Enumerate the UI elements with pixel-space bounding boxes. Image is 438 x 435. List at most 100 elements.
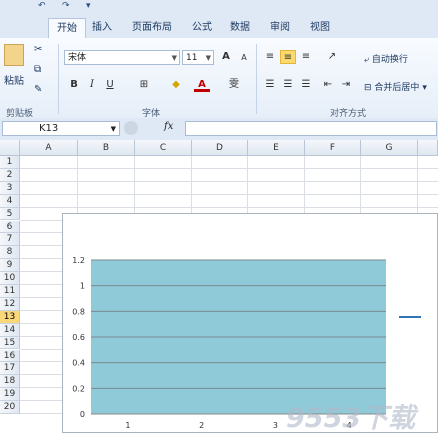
y-tick-label: 1.2 xyxy=(72,256,85,265)
redo-icon[interactable]: ↷ xyxy=(62,1,70,11)
underline-button[interactable]: U xyxy=(102,78,118,92)
row-header[interactable]: 13 xyxy=(0,310,20,324)
x-tick-label: 3 xyxy=(273,421,278,430)
row-header[interactable]: 9 xyxy=(0,259,20,273)
wrap-text-button[interactable]: ⤶ 自动换行 xyxy=(364,52,408,65)
separator xyxy=(58,44,59,114)
tab-insert[interactable]: 插入 xyxy=(84,18,120,37)
chevron-down-icon: ▼ xyxy=(205,54,211,62)
grid-row-line xyxy=(20,167,438,169)
row-header[interactable]: 18 xyxy=(0,375,20,389)
column-header[interactable]: C xyxy=(135,140,192,156)
wrap-text-label: 自动换行 xyxy=(371,55,408,65)
format-painter-icon[interactable]: ✎ xyxy=(34,84,42,95)
row-header[interactable]: 16 xyxy=(0,349,20,363)
column-header-overflow xyxy=(418,140,438,156)
undo-icon[interactable]: ↶ xyxy=(38,1,46,11)
expand-icon[interactable] xyxy=(124,121,138,135)
font-size-value: 11 xyxy=(186,53,198,63)
tab-home[interactable]: 开始 xyxy=(48,18,86,38)
paste-icon[interactable] xyxy=(4,44,24,66)
font-color-button[interactable]: A xyxy=(194,78,210,92)
row-header[interactable]: 17 xyxy=(0,362,20,376)
tab-page-layout[interactable]: 页面布局 xyxy=(124,18,180,37)
separator xyxy=(256,44,257,114)
row-header[interactable]: 15 xyxy=(0,336,20,350)
shrink-font-button[interactable]: A xyxy=(236,51,252,65)
text-orientation-icon[interactable]: ↗ xyxy=(324,50,340,64)
row-header[interactable]: 2 xyxy=(0,168,20,182)
row-header[interactable]: 11 xyxy=(0,285,20,298)
tab-formulas[interactable]: 公式 xyxy=(184,18,220,37)
ribbon: 粘贴 ✂ ⧉ ✎ 剪贴板 宋体 ▼ 11 ▼ A A B I U ⊞ ◆ A 雯 字… xyxy=(0,38,438,119)
column-header[interactable]: B xyxy=(78,140,135,156)
row-header[interactable]: 7 xyxy=(0,233,20,247)
grid-row-line xyxy=(20,193,438,195)
row-header[interactable]: 5 xyxy=(0,207,20,221)
cut-icon[interactable]: ✂ xyxy=(34,44,42,55)
column-header[interactable]: A xyxy=(20,140,78,156)
row-header[interactable]: 8 xyxy=(0,246,20,260)
row-header[interactable]: 6 xyxy=(0,220,20,234)
chevron-down-icon: ▾ xyxy=(422,83,427,93)
align-center-icon[interactable]: ☰ xyxy=(280,78,296,92)
font-size-select[interactable]: 11 ▼ xyxy=(182,50,214,65)
insert-function-icon[interactable]: fx xyxy=(164,121,173,132)
font-name-value: 宋体 xyxy=(68,53,87,63)
italic-button[interactable]: I xyxy=(84,78,100,92)
row-header[interactable]: 3 xyxy=(0,181,20,195)
align-right-icon[interactable]: ☰ xyxy=(298,78,314,92)
formula-input[interactable] xyxy=(185,121,437,136)
watermark-logo: 9553下载 xyxy=(286,403,416,434)
font-name-select[interactable]: 宋体 ▼ xyxy=(64,50,180,65)
wrap-text-icon: ⤶ xyxy=(364,55,370,65)
grid-row-line xyxy=(20,206,438,208)
increase-indent-icon[interactable]: ⇥ xyxy=(338,78,354,92)
merge-center-button[interactable]: ⊟ 合并后居中 ▾ xyxy=(364,80,427,93)
row-header[interactable]: 19 xyxy=(0,388,20,402)
y-tick-label: 1 xyxy=(80,282,85,291)
grid-row-line xyxy=(20,180,438,182)
tab-data[interactable]: 数据 xyxy=(222,18,258,37)
copy-icon[interactable]: ⧉ xyxy=(34,64,41,75)
cell-reference: K13 xyxy=(39,123,59,134)
align-middle-icon[interactable]: ≡ xyxy=(280,50,296,64)
x-tick-label: 2 xyxy=(199,421,204,430)
column-header[interactable]: F xyxy=(305,140,361,156)
align-top-icon[interactable]: ≡ xyxy=(262,50,278,64)
row-header[interactable]: 10 xyxy=(0,272,20,285)
align-left-icon[interactable]: ☰ xyxy=(262,78,278,92)
tab-view[interactable]: 视图 xyxy=(302,18,338,37)
tab-review[interactable]: 审阅 xyxy=(262,18,298,37)
row-header[interactable]: 12 xyxy=(0,297,20,311)
phonetic-button[interactable]: 雯 xyxy=(226,78,242,92)
y-tick-label: 0.6 xyxy=(72,333,85,342)
row-header[interactable]: 20 xyxy=(0,401,20,414)
column-header[interactable]: D xyxy=(192,140,248,156)
row-header[interactable]: 1 xyxy=(0,156,20,169)
select-all-corner[interactable] xyxy=(0,140,20,156)
merge-icon: ⊟ xyxy=(364,83,372,93)
merge-center-label: 合并后居中 xyxy=(374,83,420,93)
x-tick-label: 1 xyxy=(125,421,130,430)
row-header[interactable]: 4 xyxy=(0,194,20,208)
name-box[interactable]: K13 ▼ xyxy=(2,121,120,136)
chevron-down-icon: ▼ xyxy=(110,125,116,133)
fill-color-icon[interactable]: ◆ xyxy=(168,78,184,92)
ribbon-tabs: 开始 插入 页面布局 公式 数据 审阅 视图 xyxy=(0,14,438,39)
y-tick-label: 0 xyxy=(80,410,85,419)
bold-button[interactable]: B xyxy=(66,78,82,92)
column-header[interactable]: E xyxy=(248,140,305,156)
align-bottom-icon[interactable]: ≡ xyxy=(298,50,314,64)
formula-bar: K13 ▼ fx xyxy=(0,118,438,141)
column-header[interactable]: G xyxy=(361,140,418,156)
customize-toolbar-icon[interactable]: ▾ xyxy=(86,1,91,11)
y-tick-label: 0.8 xyxy=(72,307,85,316)
grow-font-button[interactable]: A xyxy=(218,50,234,64)
paste-button[interactable]: 粘贴 xyxy=(4,72,24,87)
y-tick-label: 0.2 xyxy=(72,384,85,393)
chevron-down-icon: ▼ xyxy=(171,54,177,62)
border-icon[interactable]: ⊞ xyxy=(136,78,152,92)
decrease-indent-icon[interactable]: ⇤ xyxy=(320,78,336,92)
row-header[interactable]: 14 xyxy=(0,323,20,337)
